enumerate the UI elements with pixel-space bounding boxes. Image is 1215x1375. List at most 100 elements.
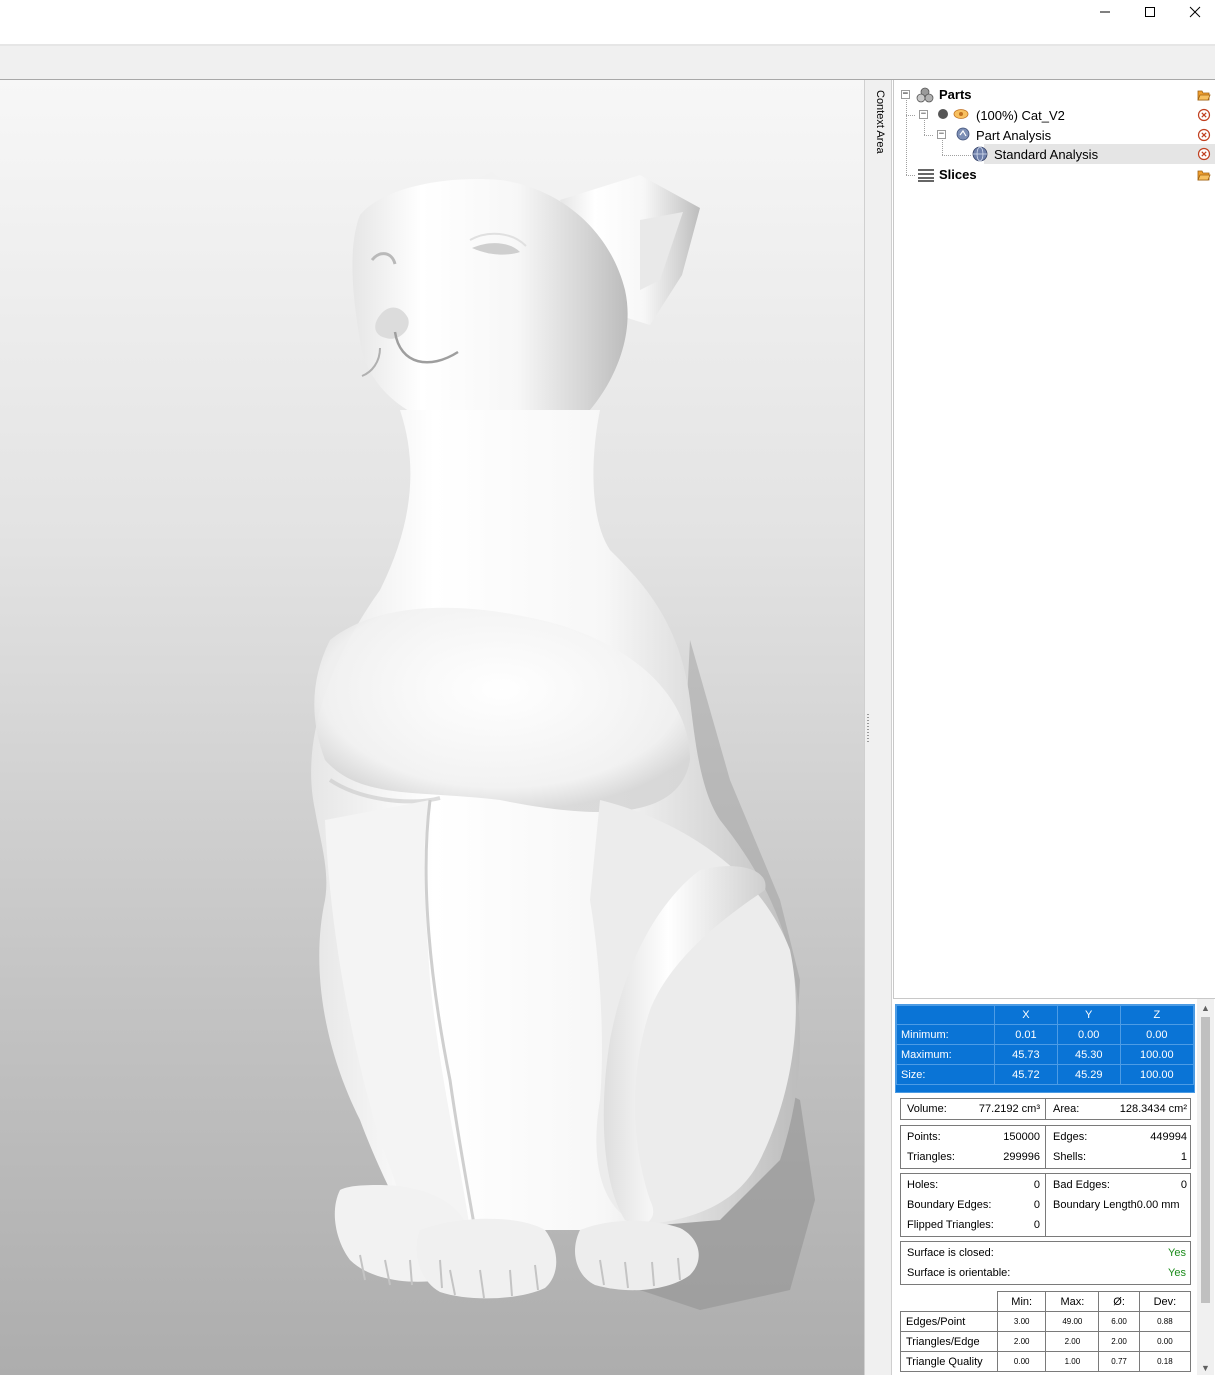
quality-row-label: Edges/Point	[900, 1311, 998, 1332]
flipped-triangles-stat: Flipped Triangles: 0	[903, 1215, 1044, 1235]
tree-item-part-cat-v2[interactable]: − (100%) Cat_V2	[894, 105, 1215, 125]
surface-orientable-value: Yes	[1168, 1267, 1186, 1279]
maximize-button[interactable]	[1127, 0, 1173, 24]
tree-item-part-analysis[interactable]: − Part Analysis	[894, 125, 1215, 145]
triangles-value: 299996	[1003, 1151, 1040, 1163]
boundary-length-value: 0.00 mm	[1136, 1199, 1180, 1211]
quality-cell: 2.00	[996, 1331, 1047, 1352]
volume-stat: Volume: 77.2192 cm³	[903, 1099, 1044, 1119]
volume-area-box: Volume: 77.2192 cm³ Area: 128.3434 cm²	[900, 1098, 1191, 1120]
mesh-counts-box: Points: 150000 Edges: 449994 Triangles: …	[900, 1125, 1191, 1169]
visibility-eye-icon[interactable]	[953, 108, 969, 120]
quality-header-row: Min: Max: Ø: Dev:	[900, 1291, 1192, 1312]
quality-cell: 3.00	[996, 1311, 1047, 1332]
bbox-header-z: Z	[1119, 1005, 1195, 1025]
3d-viewport[interactable]	[0, 80, 864, 1375]
surface-orientable-stat: Surface is orientable: Yes	[903, 1263, 1190, 1283]
context-area-label[interactable]: Context Area	[874, 90, 886, 154]
minimize-icon	[1100, 11, 1110, 13]
scroll-down-button[interactable]: ▼	[1197, 1359, 1214, 1375]
points-label: Points:	[907, 1131, 941, 1143]
surface-closed-value: Yes	[1168, 1247, 1186, 1259]
volume-value: 77.2192 cm³	[978, 1103, 1040, 1115]
area-value: 128.3434 cm²	[1119, 1103, 1187, 1115]
bbox-cell: 100.00	[1119, 1064, 1195, 1085]
bbox-row-minimum: Minimum: 0.01 0.00 0.00	[896, 1024, 1195, 1045]
tree-item-parts[interactable]: − Parts	[894, 85, 1215, 105]
bad-edges-stat: Bad Edges: 0	[1049, 1175, 1191, 1195]
bbox-row-label: Maximum:	[896, 1044, 995, 1065]
remove-part-icon[interactable]	[1197, 108, 1211, 122]
parts-tree-panel: − Parts − (100%) Cat_V2 − Part Analysis …	[893, 80, 1215, 998]
boundary-edges-value: 0	[1033, 1199, 1040, 1211]
part-color-dot-icon	[938, 109, 948, 119]
quality-header: Ø:	[1098, 1291, 1140, 1312]
boundary-edges-label: Boundary Edges:	[907, 1199, 992, 1211]
tree-item-slices[interactable]: Slices	[894, 165, 1215, 185]
collapse-parts-toggle[interactable]: −	[901, 90, 910, 99]
bbox-cell: 45.73	[994, 1044, 1058, 1065]
bbox-cell: 45.29	[1056, 1064, 1121, 1085]
remove-standard-analysis-icon[interactable]	[1197, 147, 1211, 161]
maximize-icon	[1145, 7, 1155, 17]
triangles-label: Triangles:	[907, 1151, 955, 1163]
slices-icon	[918, 169, 934, 182]
part-label: (100%) Cat_V2	[976, 108, 1065, 123]
box-divider	[1045, 1174, 1046, 1236]
quality-row-edges-per-point: Edges/Point 3.00 49.00 6.00 0.88	[900, 1311, 1192, 1332]
quality-cell: 1.00	[1045, 1351, 1100, 1372]
standard-analysis-globe-icon	[972, 146, 988, 162]
bbox-cell: 45.72	[994, 1064, 1058, 1085]
parts-label: Parts	[939, 87, 972, 102]
shells-label: Shells:	[1053, 1151, 1087, 1163]
quality-cell: 2.00	[1045, 1331, 1100, 1352]
open-slices-folder-icon[interactable]	[1197, 168, 1211, 182]
quality-header: Min:	[996, 1291, 1047, 1312]
tree-connector	[942, 155, 972, 156]
bbox-cell: 100.00	[1119, 1044, 1195, 1065]
part-analysis-icon	[956, 127, 970, 141]
bbox-header-y: Y	[1056, 1005, 1121, 1025]
points-stat: Points: 150000	[903, 1127, 1044, 1147]
collapse-part-toggle[interactable]: −	[919, 110, 928, 119]
area-label: Area:	[1053, 1103, 1080, 1115]
bbox-cell: 0.00	[1056, 1024, 1121, 1045]
surface-closed-stat: Surface is closed: Yes	[903, 1243, 1190, 1263]
analysis-panel: X Y Z Minimum: 0.01 0.00 0.00 Maximum: 4…	[893, 998, 1215, 1375]
quality-row-label: Triangle Quality	[900, 1351, 998, 1372]
standard-analysis-label: Standard Analysis	[994, 147, 1099, 162]
box-divider	[1045, 1126, 1046, 1168]
toolbar-strip	[0, 46, 1215, 80]
bbox-cell: 45.30	[1056, 1044, 1121, 1065]
boundary-edges-stat: Boundary Edges: 0	[903, 1195, 1044, 1215]
quality-cell: 0.18	[1138, 1351, 1192, 1372]
quality-row-label: Triangles/Edge	[900, 1331, 998, 1352]
chevron-down-icon: ▼	[1201, 1362, 1210, 1373]
quality-cell: 49.00	[1045, 1311, 1100, 1332]
splitter-grip	[867, 714, 869, 744]
analysis-scrollbar[interactable]: ▲ ▼	[1197, 999, 1214, 1375]
bad-edges-label: Bad Edges:	[1053, 1179, 1110, 1191]
context-area-tab[interactable]: Context Area	[870, 80, 892, 1375]
edges-stat: Edges: 449994	[1049, 1127, 1191, 1147]
tree-item-standard-analysis[interactable]: Standard Analysis	[984, 144, 1215, 164]
bbox-header-x: X	[994, 1005, 1058, 1025]
remove-analysis-icon[interactable]	[1197, 128, 1211, 142]
chevron-up-icon: ▲	[1201, 1002, 1210, 1013]
close-button[interactable]	[1172, 0, 1215, 24]
surface-orientable-label: Surface is orientable:	[907, 1267, 1011, 1279]
open-folder-icon[interactable]	[1197, 88, 1211, 102]
bounding-box-table: X Y Z Minimum: 0.01 0.00 0.00 Maximum: 4…	[895, 1004, 1195, 1093]
slices-label: Slices	[939, 167, 977, 182]
bbox-cell: 0.00	[1119, 1024, 1195, 1045]
quality-cell: 0.00	[996, 1351, 1047, 1372]
minimize-button[interactable]	[1082, 0, 1128, 24]
collapse-analysis-toggle[interactable]: −	[937, 130, 946, 139]
holes-stat: Holes: 0	[903, 1175, 1044, 1195]
scroll-up-button[interactable]: ▲	[1197, 999, 1214, 1016]
points-value: 150000	[1003, 1131, 1040, 1143]
bbox-row-label: Minimum:	[896, 1024, 995, 1045]
surface-closed-label: Surface is closed:	[907, 1247, 994, 1259]
scroll-thumb[interactable]	[1201, 1017, 1210, 1303]
boundary-length-stat: Boundary Length 0.00 mm	[1049, 1195, 1191, 1215]
